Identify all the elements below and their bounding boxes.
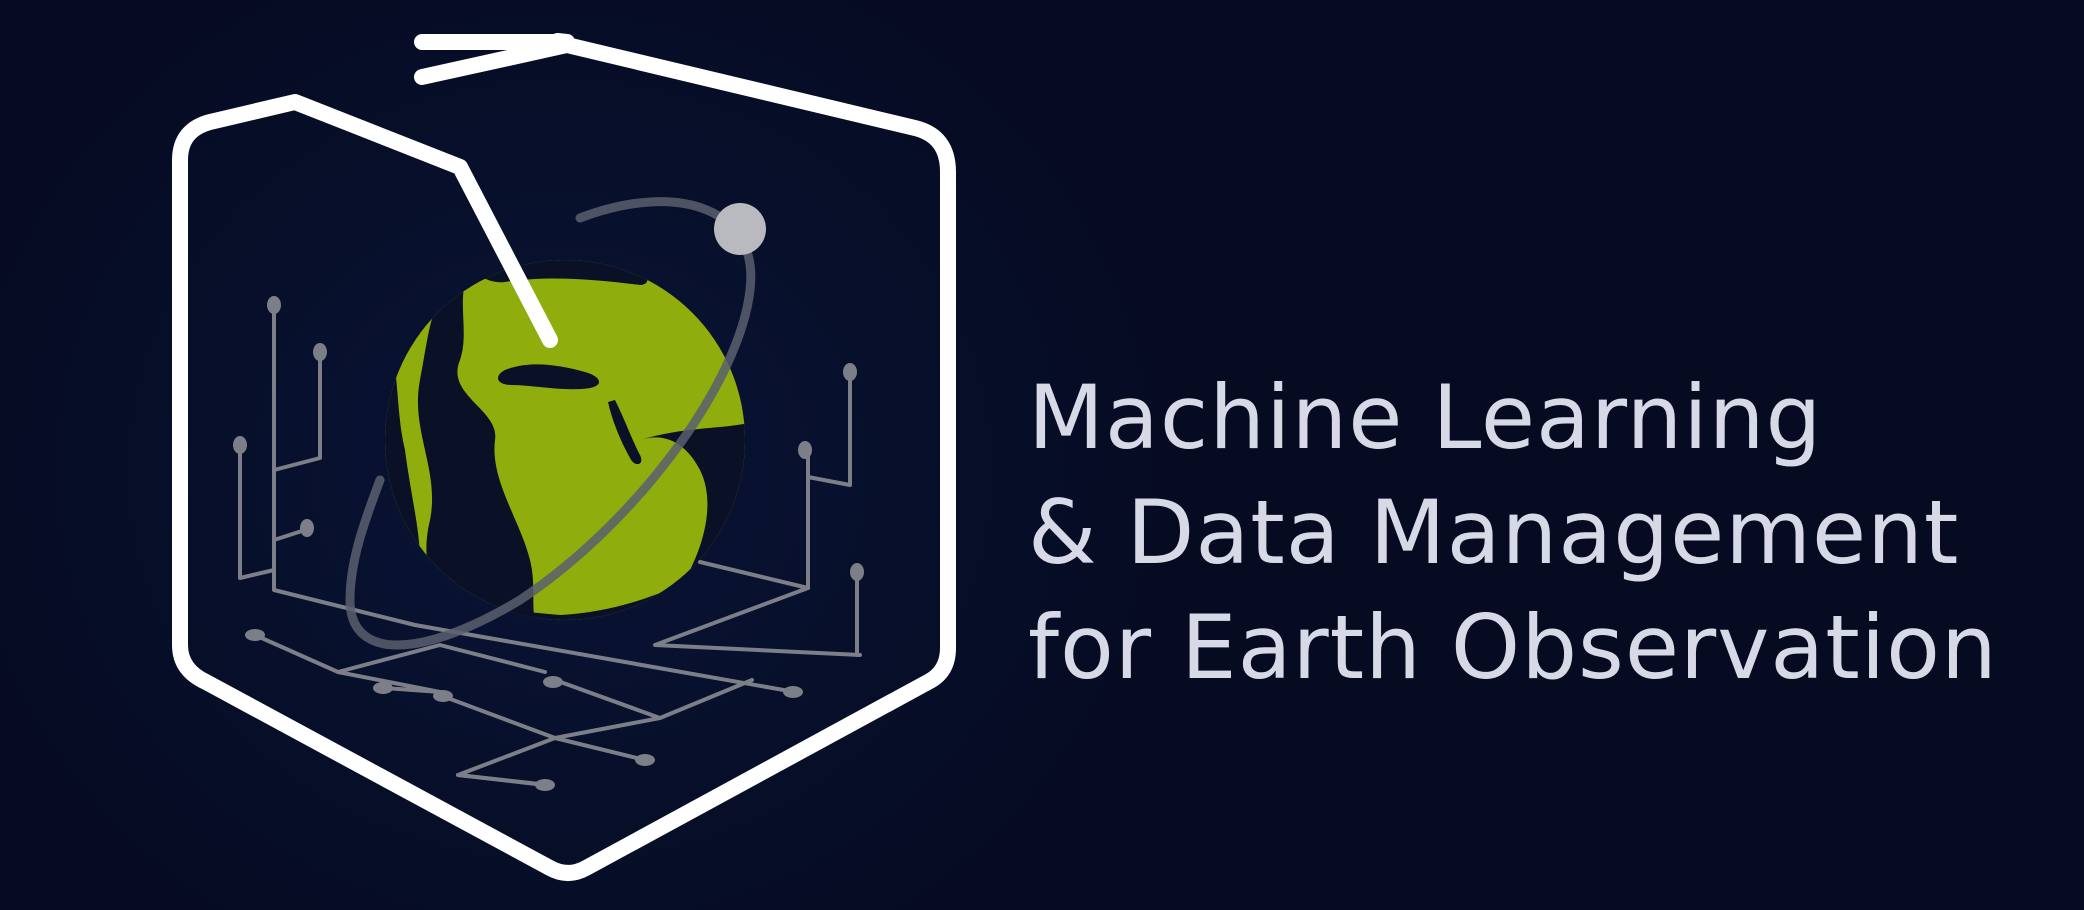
banner: Machine Learning & Data Management for E…: [0, 0, 2084, 910]
logo: [172, 33, 956, 881]
satellite-icon: [714, 203, 766, 255]
title-line-1: Machine Learning: [1028, 366, 1823, 469]
title-line-3: for Earth Observation: [1028, 596, 1998, 699]
title-line-2: & Data Management: [1028, 481, 1960, 584]
globe-icon: [385, 260, 745, 620]
title-block: Machine Learning & Data Management for E…: [1028, 360, 2058, 705]
pointer-tip: [543, 333, 557, 347]
